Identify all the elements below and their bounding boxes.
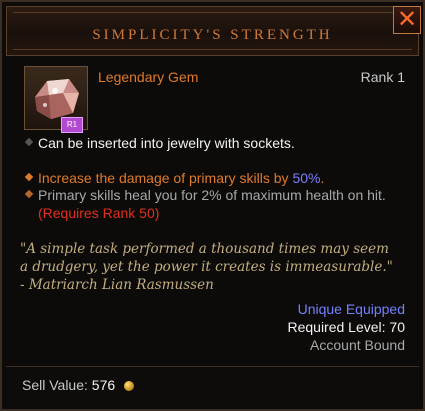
item-rank: Rank 1 bbox=[360, 69, 405, 85]
gold-coin-icon bbox=[124, 381, 135, 392]
flavor-text: "A simple task performed a thousand time… bbox=[20, 240, 414, 294]
grey-bullet-icon bbox=[24, 137, 34, 147]
socket-info: Can be inserted into jewelry with socket… bbox=[38, 135, 295, 151]
gem-icon: R1 bbox=[24, 66, 88, 133]
unique-equipped: Unique Equipped bbox=[297, 301, 405, 317]
flavor-line-2: a drudgery, yet the power it creates is … bbox=[20, 259, 393, 275]
close-icon[interactable]: ✕ bbox=[393, 6, 421, 34]
orange-bullet-icon bbox=[24, 189, 34, 199]
sell-label: Sell Value: bbox=[22, 377, 88, 393]
stat-primary-damage-value: 50% bbox=[292, 170, 321, 186]
tooltip-header: SIMPLICITY'S STRENGTH bbox=[6, 6, 419, 56]
item-type: Legendary Gem bbox=[98, 69, 199, 85]
tooltip-body: R1 Legendary Gem Rank 1 Can be inserted … bbox=[6, 58, 419, 358]
flavor-line-3: - Matriarch Lian Rasmussen bbox=[20, 277, 214, 293]
rank-badge: R1 bbox=[61, 117, 83, 133]
stat-requirement: (Requires Rank 50) bbox=[38, 205, 160, 221]
stat-primary-damage-prefix: Increase the damage of primary skills by bbox=[38, 170, 293, 186]
stat-primary-heal: Primary skills heal you for 2% of maximu… bbox=[38, 187, 386, 203]
required-level: Required Level: 70 bbox=[287, 319, 405, 335]
stat-primary-damage: Increase the damage of primary skills by… bbox=[38, 170, 324, 186]
item-title: SIMPLICITY'S STRENGTH bbox=[92, 27, 333, 43]
flavor-line-1: "A simple task performed a thousand time… bbox=[20, 241, 389, 257]
orange-bullet-icon bbox=[24, 172, 34, 182]
stat-primary-damage-suffix: . bbox=[320, 170, 325, 186]
tooltip-footer: Sell Value: 576 bbox=[6, 366, 419, 404]
item-tooltip: SIMPLICITY'S STRENGTH ✕ R1 Legendary Gem… bbox=[0, 0, 425, 411]
account-bound: Account Bound bbox=[310, 337, 405, 353]
sell-value: Sell Value: 576 bbox=[22, 377, 135, 393]
sell-amount: 576 bbox=[91, 377, 116, 393]
